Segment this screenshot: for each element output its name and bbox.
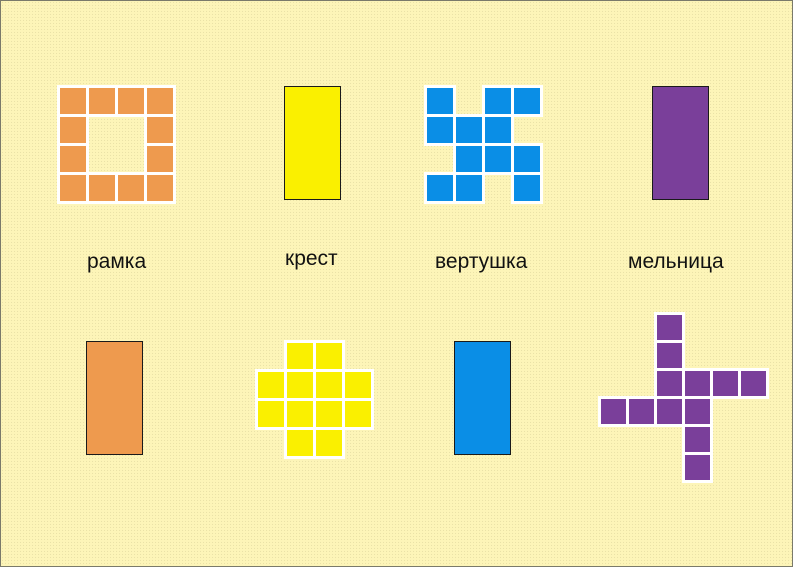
krest-cell (255, 369, 287, 401)
melnitsa-cell (654, 368, 685, 399)
melnitsa-cell (682, 452, 713, 483)
label-vertushka: вертушка (435, 250, 528, 273)
ramka-cell (144, 85, 176, 117)
ramka-cell (86, 172, 118, 204)
vertushka-cell (511, 143, 543, 175)
krest-cell (342, 369, 374, 401)
ramka-cell (144, 114, 176, 146)
ramka-cell (144, 172, 176, 204)
melnitsa-cell (626, 396, 657, 427)
krest-cell (313, 398, 345, 430)
vertushka-cell (511, 172, 543, 204)
krest-cell (313, 427, 345, 459)
krest-cell (255, 398, 287, 430)
vertushka-cell (453, 172, 485, 204)
canvas: рамка крест вертушка мельница (0, 0, 793, 567)
label-ramka: рамка (87, 250, 147, 273)
label-melnitsa: мельница (628, 250, 724, 273)
blue-bar (454, 341, 511, 455)
krest-cell (284, 427, 316, 459)
ramka-cell (57, 85, 89, 117)
vertushka-cell (482, 143, 514, 175)
melnitsa-cell (738, 368, 769, 399)
krest-cell (284, 340, 316, 372)
ramka-cell (57, 143, 89, 175)
purple-bar (652, 86, 709, 200)
melnitsa-cell (654, 396, 685, 427)
melnitsa-cell (682, 396, 713, 427)
melnitsa-cell (654, 312, 685, 343)
vertushka-cell (453, 114, 485, 146)
melnitsa-cell (598, 396, 629, 427)
krest-cell (313, 369, 345, 401)
krest-cell (342, 398, 374, 430)
vertushka-cell (424, 172, 456, 204)
melnitsa-cell (710, 368, 741, 399)
melnitsa-cell (682, 368, 713, 399)
vertushka-cell (453, 143, 485, 175)
vertushka-cell (424, 114, 456, 146)
ramka-cell (144, 143, 176, 175)
yellow-bar (284, 86, 341, 200)
melnitsa-cell (682, 424, 713, 455)
vertushka-cell (482, 85, 514, 117)
ramka-cell (57, 114, 89, 146)
ramka-cell (86, 85, 118, 117)
orange-bar (86, 341, 143, 455)
krest-cell (284, 369, 316, 401)
vertushka-cell (511, 85, 543, 117)
ramka-cell (57, 172, 89, 204)
melnitsa-cell (654, 340, 685, 371)
ramka-cell (115, 85, 147, 117)
vertushka-cell (482, 114, 514, 146)
vertushka-cell (424, 85, 456, 117)
krest-cell (313, 340, 345, 372)
krest-cell (284, 398, 316, 430)
label-krest: крест (285, 247, 338, 270)
ramka-cell (115, 172, 147, 204)
